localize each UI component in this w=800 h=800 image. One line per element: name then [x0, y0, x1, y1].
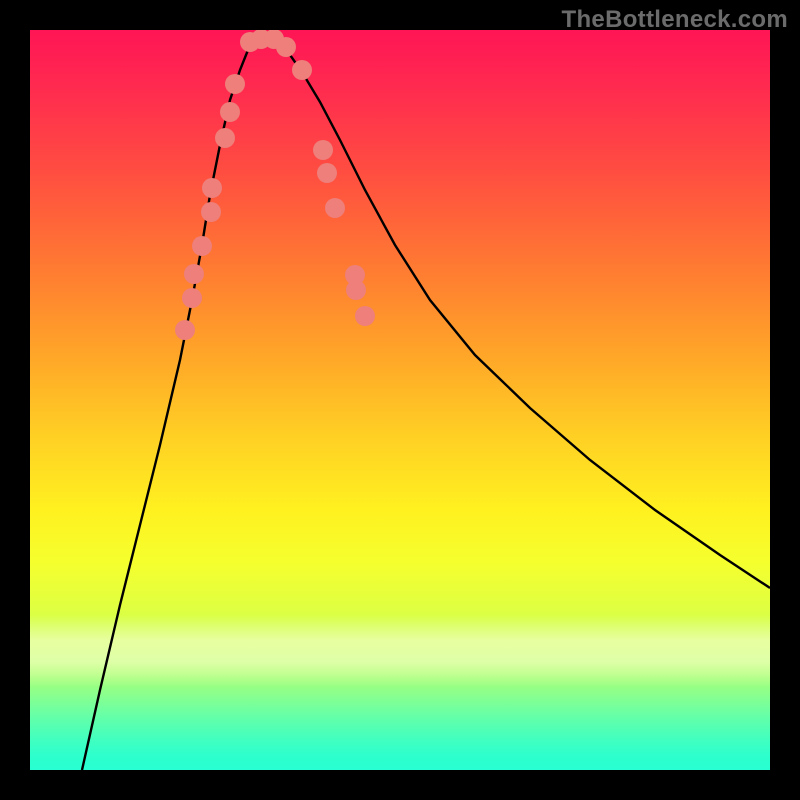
data-dot [292, 60, 312, 80]
data-dot [346, 280, 366, 300]
data-dot [175, 320, 195, 340]
chart-frame: TheBottleneck.com [0, 0, 800, 800]
data-dot [276, 37, 296, 57]
plot-area [30, 30, 770, 770]
dots-group [175, 30, 375, 340]
left-curve [82, 40, 255, 770]
watermark-text: TheBottleneck.com [562, 6, 788, 34]
right-curve [275, 40, 770, 588]
data-dot [202, 178, 222, 198]
data-dot [201, 202, 221, 222]
data-dot [225, 74, 245, 94]
data-dot [355, 306, 375, 326]
data-dot [184, 264, 204, 284]
data-dot [192, 236, 212, 256]
data-dot [313, 140, 333, 160]
data-dot [325, 198, 345, 218]
data-dot [215, 128, 235, 148]
curves-svg [30, 30, 770, 770]
data-dot [317, 163, 337, 183]
data-dot [182, 288, 202, 308]
data-dot [220, 102, 240, 122]
